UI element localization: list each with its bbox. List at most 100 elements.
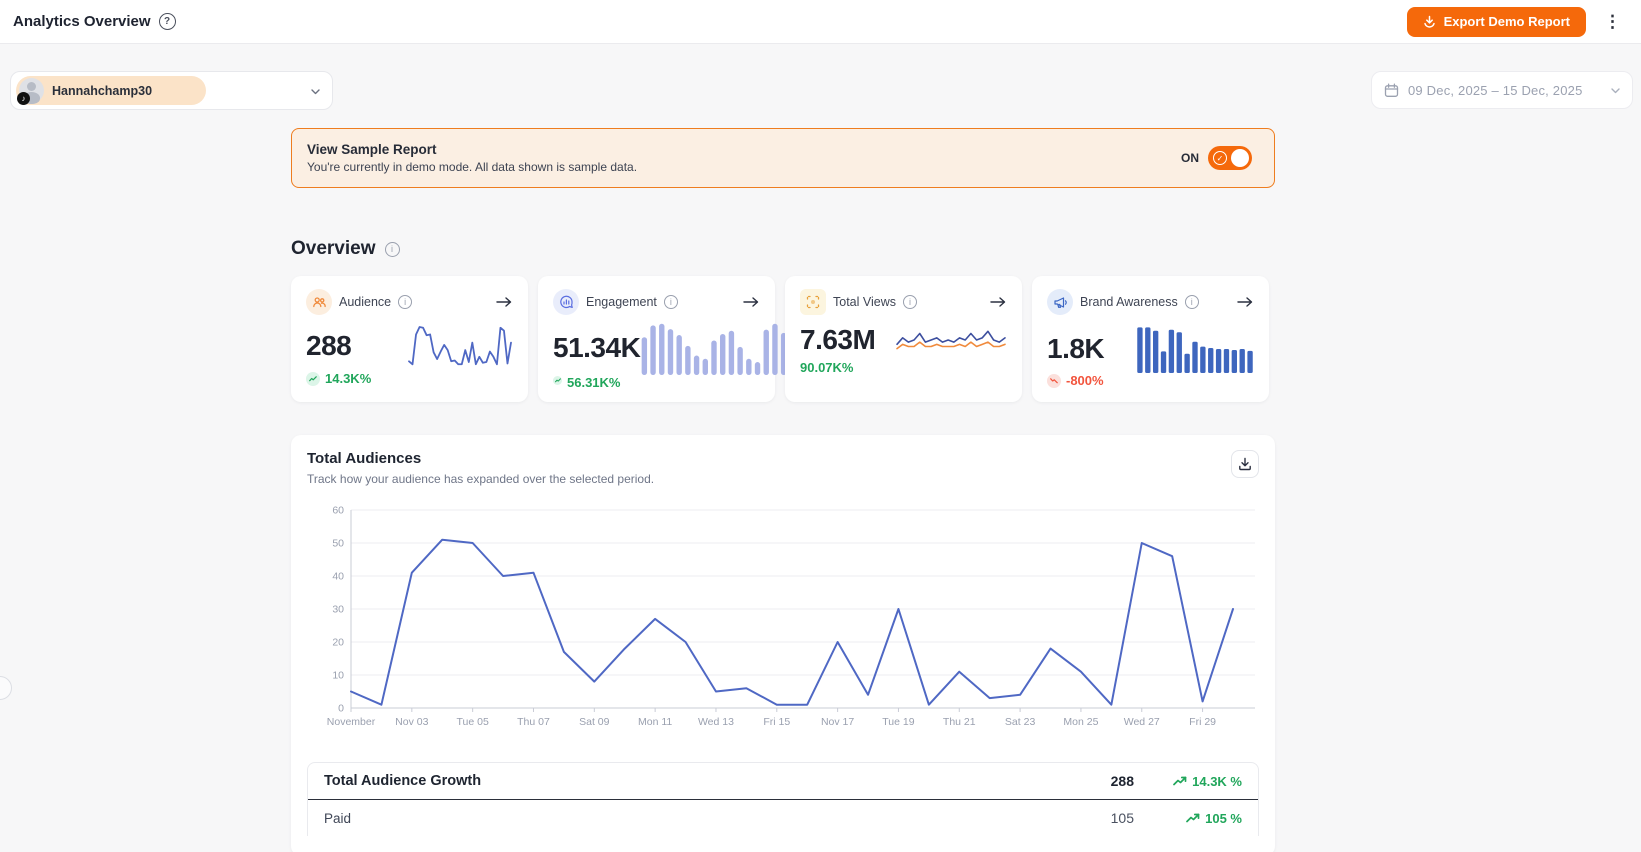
- svg-text:Thu 07: Thu 07: [517, 716, 550, 728]
- account-pill: ♪ Hannahchamp30: [16, 76, 206, 105]
- row-change: 105 %: [1134, 811, 1242, 826]
- banner-subtitle: You're currently in demo mode. All data …: [307, 160, 638, 174]
- svg-text:Thu 21: Thu 21: [943, 716, 976, 728]
- svg-text:Wed 27: Wed 27: [1124, 716, 1160, 728]
- trend-down-icon: [1047, 373, 1061, 388]
- row-value: 288: [1110, 773, 1134, 789]
- trend-up-icon: [1173, 776, 1187, 786]
- audience-people-icon: [306, 289, 332, 315]
- banner-title: View Sample Report: [307, 142, 437, 157]
- row-change: 14.3K %: [1134, 774, 1242, 789]
- svg-text:Wed 13: Wed 13: [698, 716, 734, 728]
- svg-text:Nov 17: Nov 17: [821, 716, 854, 728]
- avatar: ♪: [17, 78, 44, 105]
- info-icon[interactable]: i: [1184, 295, 1199, 309]
- megaphone-icon: [1047, 289, 1073, 315]
- row-label: Paid: [324, 810, 352, 826]
- engagement-sparkline: [641, 323, 787, 375]
- export-demo-report-button[interactable]: Export Demo Report: [1406, 6, 1586, 37]
- sidebar-collapse-handle[interactable]: [0, 676, 12, 700]
- toggle-on-label: ON: [1181, 151, 1199, 165]
- info-icon[interactable]: i: [903, 295, 917, 309]
- info-icon[interactable]: i: [398, 295, 413, 309]
- views-focus-icon: [800, 289, 826, 315]
- sample-report-toggle[interactable]: ✓: [1208, 146, 1252, 170]
- svg-text:50: 50: [332, 538, 344, 550]
- change-indicator: -800%: [1047, 373, 1254, 388]
- app-header: Analytics Overview ? Export Demo Report …: [0, 0, 1641, 44]
- svg-text:60: 60: [332, 505, 344, 517]
- card-value: 7.63M: [800, 324, 876, 355]
- svg-text:Sat 09: Sat 09: [579, 716, 610, 728]
- card-value: 288: [306, 329, 352, 361]
- trend-up-icon: [306, 371, 320, 386]
- page-title: Analytics Overview: [13, 13, 151, 30]
- date-range-text: 09 Dec, 2025 – 15 Dec, 2025: [1408, 82, 1583, 98]
- chevron-down-icon: [1610, 85, 1620, 95]
- svg-text:Nov 03: Nov 03: [395, 716, 428, 728]
- table-row[interactable]: Total Audience Growth 288 14.3K %: [308, 763, 1258, 800]
- svg-text:10: 10: [332, 670, 344, 682]
- trend-up-icon: [553, 376, 562, 385]
- svg-text:Tue 19: Tue 19: [882, 716, 914, 728]
- date-range-picker[interactable]: 09 Dec, 2025 – 15 Dec, 2025: [1371, 71, 1633, 109]
- total-views-sparkline: [896, 330, 1006, 350]
- svg-text:Fri 15: Fri 15: [763, 716, 790, 728]
- card-label: Audience: [339, 295, 392, 309]
- card-value: 51.34K: [553, 331, 641, 363]
- toolbar-row: ♪ Hannahchamp30 09 Dec, 2025 – 15 Dec, 2…: [10, 71, 1633, 110]
- more-options-kebab-icon[interactable]: ⋮: [1600, 11, 1625, 32]
- total-audiences-card: Total Audiences Track how your audience …: [291, 435, 1275, 852]
- toggle-knob: [1231, 149, 1249, 167]
- account-name: Hannahchamp30: [52, 83, 153, 98]
- arrow-right-icon[interactable]: [990, 296, 1007, 308]
- audience-card[interactable]: Audience i 288 14.3K%: [291, 276, 528, 402]
- overview-heading: Overview: [291, 238, 376, 259]
- card-label: Total Views: [833, 295, 896, 309]
- brand-awareness-sparkline: [1137, 327, 1253, 373]
- download-chart-button[interactable]: [1231, 450, 1259, 478]
- engagement-card[interactable]: Engagement i 51.34K 56.31K%: [538, 276, 787, 402]
- svg-text:0: 0: [338, 703, 344, 715]
- account-selector[interactable]: ♪ Hannahchamp30: [10, 71, 333, 110]
- section-title: Total Audiences: [307, 450, 422, 467]
- audience-growth-line-chart: 0 10 20 30 40 50 60 November Nov 03 Tue 05 Thu 07 S…: [327, 505, 1255, 728]
- chevron-down-icon: [310, 86, 320, 96]
- help-icon[interactable]: ?: [158, 13, 176, 30]
- svg-text:Sat 23: Sat 23: [1005, 716, 1036, 728]
- card-label: Brand Awareness: [1080, 295, 1178, 309]
- overview-cards: Audience i 288 14.3K% Engagement i 51.34…: [291, 276, 1275, 402]
- svg-text:40: 40: [332, 571, 344, 583]
- svg-text:Tue 05: Tue 05: [456, 716, 488, 728]
- total-views-card[interactable]: Total Views i 7.63M 90.07K%: [785, 276, 1022, 402]
- card-label: Engagement: [586, 295, 657, 309]
- engagement-bubble-icon: [553, 289, 579, 315]
- section-subtitle: Track how your audience has expanded ove…: [307, 472, 655, 486]
- info-icon[interactable]: i: [663, 295, 678, 309]
- table-row[interactable]: Paid 105 105 %: [308, 800, 1258, 836]
- row-value: 105: [1110, 810, 1134, 826]
- brand-awareness-card[interactable]: Brand Awareness i 1.8K -800%: [1032, 276, 1269, 402]
- check-icon: ✓: [1213, 151, 1227, 165]
- change-indicator: 90.07K%: [800, 359, 854, 375]
- svg-text:20: 20: [332, 637, 344, 649]
- svg-text:Mon 25: Mon 25: [1063, 716, 1098, 728]
- arrow-right-icon[interactable]: [496, 296, 513, 308]
- trend-up-icon: [1186, 813, 1200, 823]
- arrow-right-icon[interactable]: [743, 296, 760, 308]
- sample-report-banner: View Sample Report You're currently in d…: [291, 128, 1275, 188]
- audience-sparkline: [408, 326, 512, 366]
- svg-text:November: November: [327, 716, 376, 728]
- tiktok-icon: ♪: [17, 92, 30, 105]
- arrow-right-icon[interactable]: [1237, 296, 1254, 308]
- change-indicator: 14.3K%: [306, 371, 513, 386]
- card-value: 1.8K: [1047, 332, 1105, 364]
- change-indicator: 56.31K%: [553, 375, 760, 390]
- svg-text:Fri 29: Fri 29: [1189, 716, 1216, 728]
- download-icon: [1423, 15, 1436, 28]
- row-label: Total Audience Growth: [324, 773, 482, 789]
- calendar-icon: [1384, 83, 1399, 98]
- svg-text:30: 30: [332, 604, 344, 616]
- svg-text:Mon 11: Mon 11: [638, 716, 672, 728]
- info-icon[interactable]: i: [384, 241, 400, 257]
